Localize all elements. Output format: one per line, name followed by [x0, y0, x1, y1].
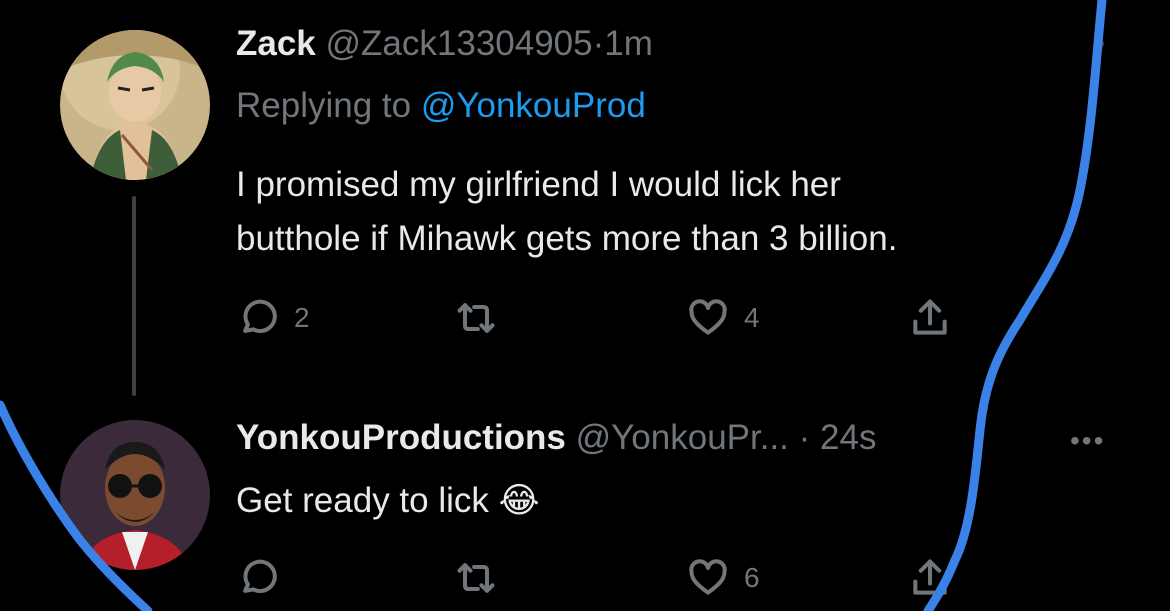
- reply-count: 2: [294, 302, 310, 333]
- author-handle[interactable]: @YonkouPr...: [576, 418, 789, 457]
- heart-icon: [689, 559, 727, 595]
- tweet-actions: 6: [236, 556, 996, 600]
- tweet-text: Get ready to lick 😂: [236, 474, 540, 528]
- author-name[interactable]: Zack: [236, 24, 316, 63]
- like-count: 6: [744, 562, 760, 593]
- replying-mention[interactable]: @YonkouProd: [421, 86, 646, 125]
- reply-button[interactable]: [236, 556, 294, 600]
- zoro-avatar-image: [60, 30, 210, 180]
- retweet-button[interactable]: [454, 556, 512, 600]
- avatar-zack[interactable]: [60, 30, 210, 180]
- thread-line: [132, 196, 136, 396]
- tweet-time[interactable]: 24s: [820, 418, 876, 457]
- author-handle[interactable]: @Zack13304905: [326, 24, 593, 63]
- separator-dot: ·: [798, 418, 811, 457]
- tweet-text: I promised my girlfriend I would lick he…: [236, 158, 897, 266]
- retweet-icon: [457, 303, 495, 333]
- yonkou-avatar-image: [60, 420, 210, 570]
- avatar-yonkou[interactable]: [60, 420, 210, 570]
- author-name[interactable]: YonkouProductions: [236, 418, 566, 457]
- like-button[interactable]: 4: [686, 296, 760, 340]
- replying-prefix: Replying to: [236, 86, 412, 125]
- heart-icon: [689, 299, 727, 335]
- share-button[interactable]: [908, 556, 952, 600]
- tweet-header: YonkouProductions @YonkouPr... · 24s: [236, 418, 876, 458]
- retweet-icon: [457, 563, 495, 593]
- laughing-tears-emoji: 😂: [498, 481, 540, 520]
- like-count: 4: [744, 302, 760, 333]
- like-button[interactable]: 6: [686, 556, 760, 600]
- separator-dot: ·: [592, 24, 605, 63]
- share-icon: [913, 299, 947, 335]
- reply-button[interactable]: 2: [236, 296, 310, 340]
- tweet-actions: 2 4: [236, 296, 996, 340]
- reply-icon: [243, 559, 277, 594]
- tweet-header: Zack @Zack13304905·1m: [236, 24, 653, 64]
- replying-to: Replying to @YonkouProd: [236, 86, 646, 126]
- retweet-button[interactable]: [454, 296, 512, 340]
- tweet-time[interactable]: 1m: [604, 24, 653, 63]
- more-icon[interactable]: •••: [1070, 425, 1105, 457]
- more-icon[interactable]: [1096, 40, 1104, 48]
- tweet-text-line: butthole if Mihawk gets more than 3 bill…: [236, 219, 898, 258]
- share-icon: [913, 559, 947, 595]
- share-button[interactable]: [908, 296, 952, 340]
- tweet-text-line: I promised my girlfriend I would lick he…: [236, 165, 841, 204]
- tweet-text-content: Get ready to lick: [236, 481, 489, 520]
- reply-icon: [243, 299, 277, 334]
